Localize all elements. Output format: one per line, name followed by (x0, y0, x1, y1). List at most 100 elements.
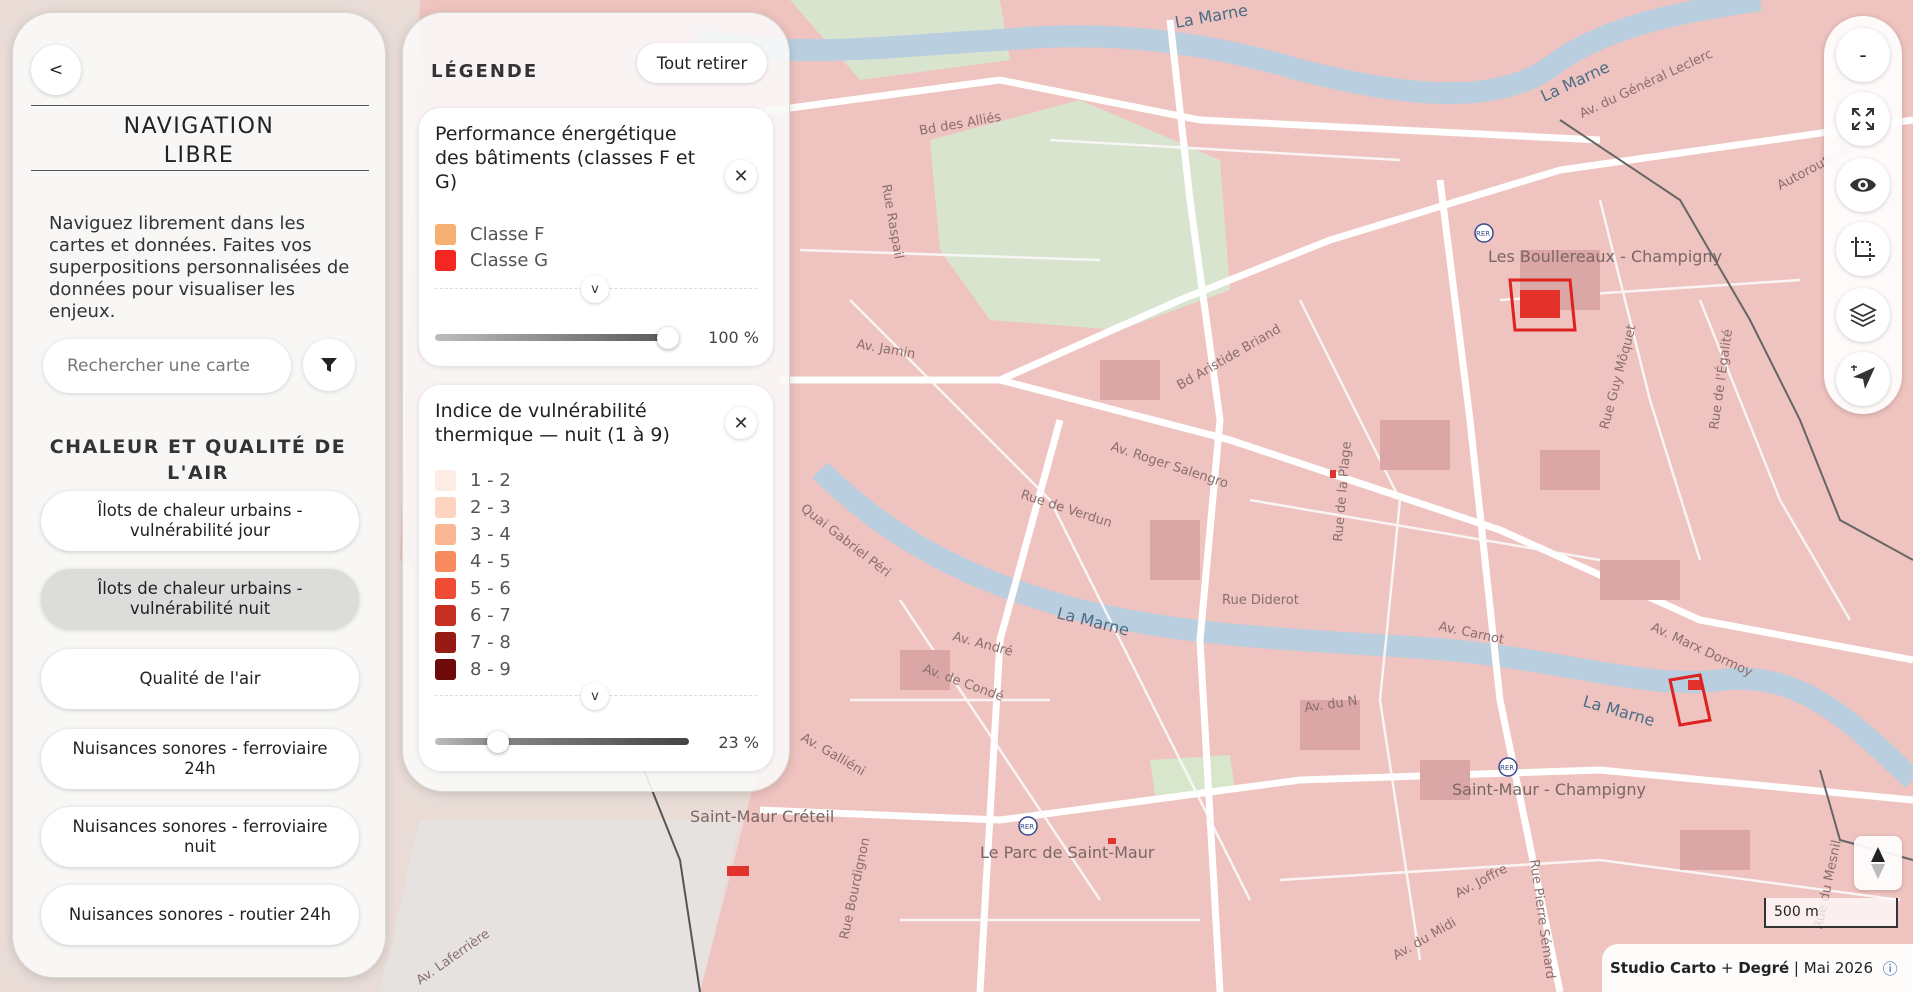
legend-swatch (435, 631, 456, 653)
legend-card: Indice de vulnérabilité thermique — nuit… (419, 385, 773, 771)
north-arrow-icon (1871, 847, 1885, 879)
legend-swatch (435, 469, 456, 491)
search-placeholder: Rechercher une carte (67, 356, 250, 376)
divider (31, 105, 369, 106)
place-label: Saint-Maur - Champigny (1452, 780, 1646, 799)
remove-layer-button[interactable]: ✕ (725, 407, 757, 439)
locate-button[interactable] (1836, 352, 1890, 406)
back-button[interactable]: < (31, 45, 81, 95)
legend-card: Performance énergétique des bâtiments (c… (419, 108, 773, 366)
legend-swatch (435, 658, 456, 680)
category-button[interactable]: Nuisances sonores - ferroviaire 24h (41, 729, 359, 789)
credit-plus: + (1720, 959, 1734, 977)
crop-select-icon (1851, 237, 1875, 261)
legend-swatch (435, 249, 456, 271)
legend-label: 1 - 2 (470, 469, 511, 491)
legend-swatch (435, 550, 456, 572)
legend-swatch (435, 523, 456, 545)
legend-label: 8 - 9 (470, 658, 511, 680)
legend-item: 3 - 4 (435, 523, 511, 545)
layers-button[interactable] (1836, 288, 1890, 342)
remove-layer-button[interactable]: ✕ (725, 160, 757, 192)
category-button[interactable]: Nuisances sonores - ferroviaire nuit (41, 807, 359, 867)
page-title: NAVIGATION LIBRE (123, 114, 275, 168)
chevron-down-icon: v (591, 281, 599, 297)
legend-title: LÉGENDE (431, 61, 539, 82)
svg-text:RER: RER (1020, 823, 1034, 831)
close-icon: ✕ (733, 165, 749, 187)
svg-text:RER: RER (1476, 230, 1490, 238)
category-button[interactable]: Îlots de chaleur urbains - vulnérabilité… (41, 491, 359, 551)
legend-label: 7 - 8 (470, 631, 511, 653)
map-toolbar: - (1824, 16, 1902, 414)
scale-bar: 500 m (1764, 898, 1898, 928)
street-label: Rue Diderot (1222, 593, 1299, 608)
credit-brand: Degré (1738, 959, 1790, 977)
legend-panel: LÉGENDE Tout retirer Performance énergét… (402, 12, 790, 792)
opacity-value: 23 % (718, 733, 759, 752)
clear-all-button[interactable]: Tout retirer (637, 43, 767, 83)
zoom-out-button[interactable]: - (1836, 28, 1890, 82)
credit-brand: Studio Carto (1610, 959, 1717, 977)
eye-icon (1850, 178, 1876, 192)
fullscreen-button[interactable] (1836, 92, 1890, 146)
section-title: CHALEUR ET QUALITÉ DE L'AIR (49, 436, 347, 484)
visibility-button[interactable] (1836, 158, 1890, 212)
legend-swatch (435, 223, 456, 245)
back-label: < (48, 60, 64, 80)
svg-text:RER: RER (1500, 764, 1514, 772)
search-input[interactable]: Rechercher une carte (43, 339, 291, 393)
opacity-slider-thumb[interactable] (657, 327, 679, 349)
layer-title: Performance énergétique des bâtiments (c… (435, 123, 696, 193)
navigation-panel: < NAVIGATION LIBRE Naviguez librement da… (12, 12, 386, 978)
legend-item: 4 - 5 (435, 550, 511, 572)
expand-button[interactable]: v (581, 275, 609, 303)
legend-label: 3 - 4 (470, 523, 511, 545)
info-icon[interactable]: ⓘ (1883, 958, 1898, 979)
place-label: Les Boullereaux - Champigny (1488, 247, 1722, 266)
filter-icon (321, 358, 337, 372)
credit-separator: | (1793, 959, 1799, 977)
opacity-slider-track[interactable] (435, 334, 677, 341)
credit-date: Mai 2026 (1803, 959, 1874, 977)
legend-item: 7 - 8 (435, 631, 511, 653)
legend-label: Classe G (470, 249, 549, 271)
scale-label: 500 m (1774, 904, 1819, 920)
credits: Studio Carto + Degré | Mai 2026 ⓘ (1602, 944, 1913, 992)
legend-item: 5 - 6 (435, 577, 511, 599)
place-label: Le Parc de Saint-Maur (980, 843, 1155, 862)
legend-label: Classe F (470, 223, 545, 245)
compass-button[interactable] (1854, 836, 1902, 890)
legend-label: 6 - 7 (470, 604, 511, 626)
layers-icon (1849, 302, 1877, 328)
legend-swatch (435, 577, 456, 599)
expand-button[interactable]: v (581, 682, 609, 710)
legend-swatch (435, 496, 456, 518)
legend-item: 8 - 9 (435, 658, 511, 680)
legend-item: 6 - 7 (435, 604, 511, 626)
legend-item: 2 - 3 (435, 496, 511, 518)
chevron-down-icon: v (591, 688, 599, 704)
category-button[interactable]: Qualité de l'air (41, 649, 359, 709)
opacity-slider-track[interactable] (435, 738, 689, 745)
category-button[interactable]: Îlots de chaleur urbains - vulnérabilité… (41, 569, 359, 629)
fullscreen-icon (1852, 108, 1874, 130)
filter-button[interactable] (303, 339, 355, 391)
legend-swatch (435, 604, 456, 626)
rer-station-icon: RER (1474, 223, 1494, 243)
place-label: Saint-Maur Créteil (690, 807, 834, 826)
legend-item: 1 - 2 (435, 469, 511, 491)
legend-item: Classe G (435, 249, 548, 271)
intro-text: Naviguez librement dans les cartes et do… (49, 213, 350, 322)
divider (31, 170, 369, 171)
opacity-slider-thumb[interactable] (487, 731, 510, 753)
category-button[interactable]: Nuisances sonores - routier 24h (41, 885, 359, 945)
legend-label: 5 - 6 (470, 577, 511, 599)
legend-item: Classe F (435, 223, 545, 245)
legend-label: 4 - 5 (470, 550, 511, 572)
rer-station-icon: RER (1498, 757, 1518, 777)
select-area-button[interactable] (1836, 222, 1890, 276)
locate-icon (1851, 365, 1875, 389)
rer-station-icon: RER (1018, 816, 1038, 836)
layer-title: Indice de vulnérabilité thermique — nuit… (435, 400, 670, 446)
